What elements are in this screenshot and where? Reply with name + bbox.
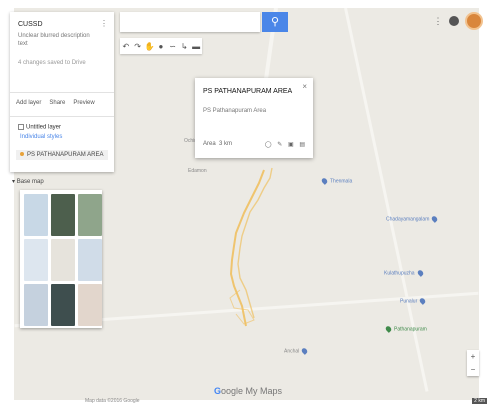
base-map-picker [20, 190, 102, 328]
camera-icon[interactable]: ▣ [288, 142, 294, 148]
map-title[interactable]: CUSSD [18, 21, 43, 28]
paint-bucket-icon[interactable]: ◯ [265, 142, 272, 148]
base-map-tile-7[interactable] [24, 284, 48, 326]
google-logo: Google My Maps [214, 386, 283, 396]
info-popup: PS PATHANAPURAM AREA × PS Pathanapuram A… [195, 78, 313, 158]
layer-feature-item[interactable]: PS PATHANAPURAM AREA [16, 150, 108, 160]
zoom-out-button[interactable]: − [467, 363, 479, 376]
scale-bar: 2 km [472, 398, 487, 404]
avatar[interactable] [465, 12, 483, 30]
map-pin-icon[interactable] [418, 297, 427, 305]
divider [10, 116, 114, 117]
undo-icon[interactable]: ↶ [121, 42, 130, 51]
search-icon: ⚲ [270, 16, 280, 28]
map-pin-icon[interactable] [300, 347, 309, 355]
search-button[interactable]: ⚲ [262, 12, 288, 32]
map-place-label: Punalur [400, 297, 428, 305]
directions-icon[interactable]: ↳ [180, 42, 189, 51]
popup-tools: ◯ ✎ ▣ ▤ [261, 141, 305, 148]
map-attribution: Map data ©2016 Google [85, 398, 140, 404]
search-input[interactable] [120, 12, 260, 32]
delete-icon[interactable]: ▤ [299, 142, 305, 148]
notifications-icon[interactable] [449, 16, 459, 26]
map-place-label: Edamon [188, 168, 207, 174]
map-place-label: Chadayamangalam [386, 215, 440, 223]
map-place-label: Kulathupuzha [384, 269, 426, 277]
hand-icon[interactable]: ✋ [145, 42, 155, 51]
zoom-controls: + − [467, 350, 479, 376]
map-place-label: Anchal [284, 347, 310, 355]
base-map-tile-2[interactable] [51, 194, 75, 236]
base-map-tile-6[interactable] [78, 239, 102, 281]
divider [10, 92, 114, 93]
map-pin-icon[interactable] [320, 177, 329, 185]
apps-grid-icon[interactable]: ⋮ [433, 16, 443, 26]
map-pin-icon[interactable] [416, 269, 424, 277]
base-map-tile-5[interactable] [51, 239, 75, 281]
base-map-tile-1[interactable] [24, 194, 48, 236]
save-status: 4 changes saved to Drive [18, 60, 86, 66]
map-description[interactable]: Unclear blurred description text [18, 32, 98, 48]
base-map-tile-4[interactable] [24, 239, 48, 281]
panel-menu-icon[interactable]: ⋮ [100, 19, 108, 28]
layer-checkbox[interactable] [18, 124, 24, 130]
share-button[interactable]: Share [49, 100, 65, 106]
zoom-in-button[interactable]: + [467, 350, 479, 363]
map-place-label: Pathanapuram [384, 325, 427, 333]
popup-footer: Area 3 km ◯ ✎ ▣ ▤ [203, 141, 305, 148]
base-map-toggle[interactable]: ▾ Base map [12, 178, 44, 185]
map-pin-icon[interactable] [430, 215, 439, 223]
panel-actions: Add layer Share Preview [16, 100, 95, 106]
layer-style-link[interactable]: Individual styles [20, 134, 62, 140]
base-map-tile-9[interactable] [78, 284, 102, 326]
close-icon[interactable]: × [302, 82, 307, 91]
draw-line-icon[interactable]: ∽ [168, 42, 177, 51]
marker-icon[interactable]: ● [156, 42, 165, 51]
map-place-label: Thenmala [320, 177, 352, 185]
map-pin-icon[interactable] [384, 325, 393, 333]
edit-pencil-icon[interactable]: ✎ [277, 142, 282, 148]
popup-measurements: Area 3 km [203, 141, 233, 147]
popup-description: PS Pathanapuram Area [203, 108, 267, 114]
redo-icon[interactable]: ↷ [133, 42, 142, 51]
feature-pin-icon [20, 152, 24, 157]
map-legend-panel: CUSSD ⋮ Unclear blurred description text… [10, 12, 114, 172]
base-map-tile-3[interactable] [78, 194, 102, 236]
ruler-icon[interactable]: ▬ [192, 42, 201, 51]
popup-title: PS PATHANAPURAM AREA [203, 88, 293, 95]
add-layer-button[interactable]: Add layer [16, 100, 41, 106]
account-area: ⋮ [433, 12, 483, 30]
base-map-tile-8[interactable] [51, 284, 75, 326]
map-toolbar: ↶ ↷ ✋ ● ∽ ↳ ▬ [120, 38, 202, 54]
preview-button[interactable]: Preview [73, 100, 94, 106]
layer-title[interactable]: Untitled layer [18, 124, 61, 131]
